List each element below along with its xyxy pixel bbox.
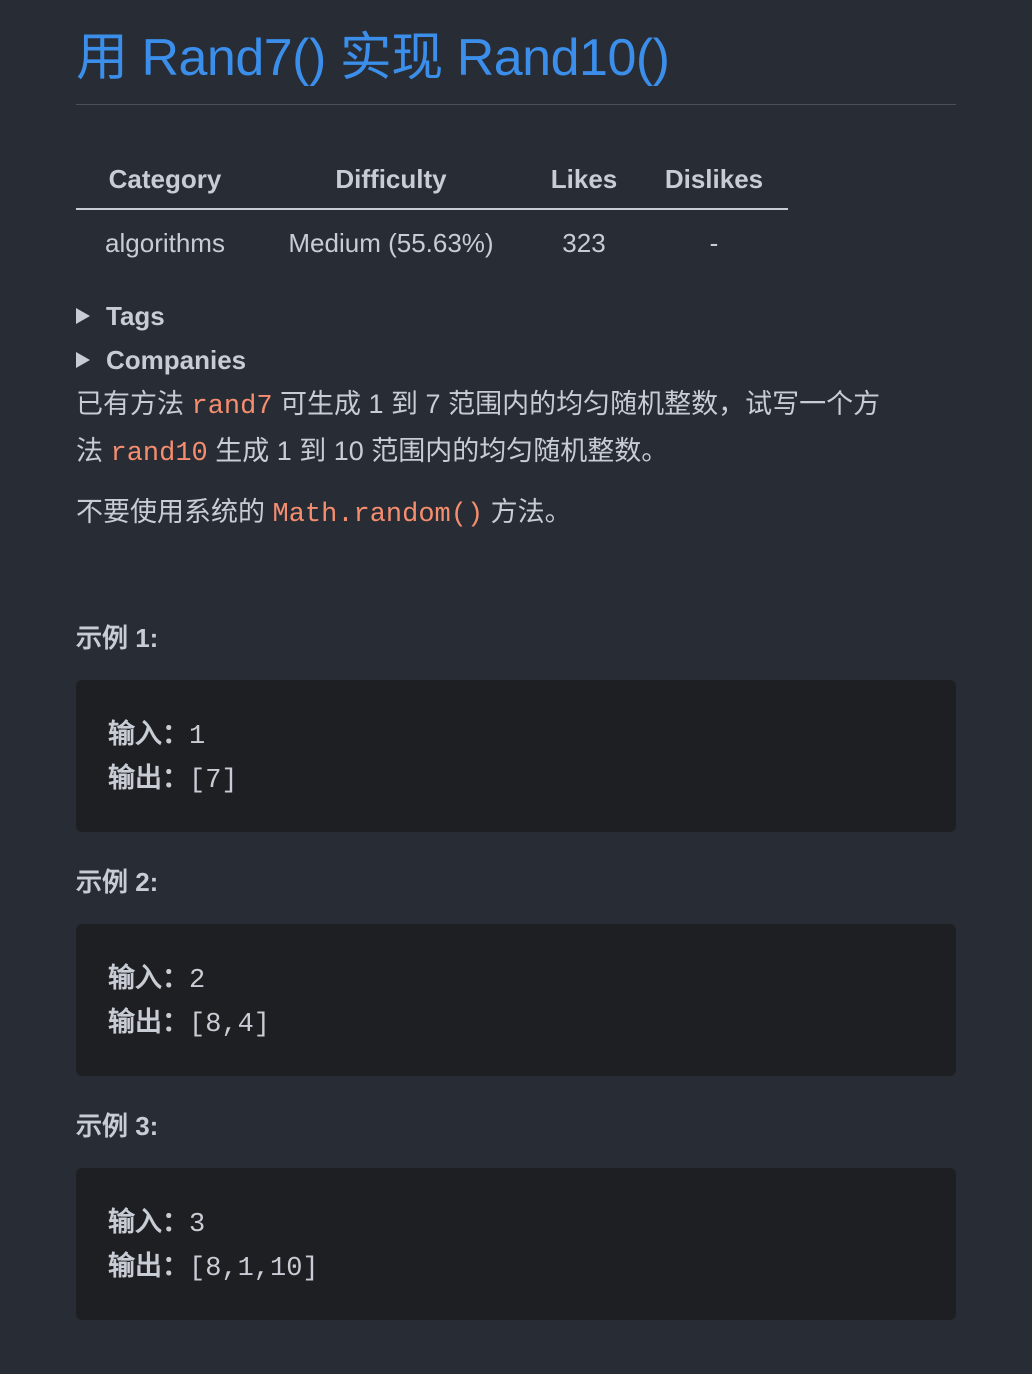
example-output-line: 输出：[8,4] bbox=[108, 1002, 270, 1045]
meta-header-difficulty: Difficulty bbox=[254, 150, 528, 210]
inline-code-math-random: Math.random() bbox=[272, 500, 484, 530]
meta-category: algorithms bbox=[105, 227, 225, 258]
meta-likes: 323 bbox=[562, 227, 606, 258]
description-text: 可生成 1 到 7 范围内的均匀随机整数，试写一个方 bbox=[272, 389, 881, 419]
problem-meta-table: Category Difficulty Likes Dislikes algor… bbox=[76, 150, 788, 276]
companies-label: Companies bbox=[106, 344, 247, 375]
input-value: 2 bbox=[189, 966, 206, 996]
description-paragraph-1: 已有方法 rand7 可生成 1 到 7 范围内的均匀随机整数，试写一个方法 r… bbox=[76, 382, 936, 476]
companies-toggle[interactable]: Companies bbox=[76, 342, 246, 378]
example-input-line: 输入：1 bbox=[108, 714, 205, 757]
example-code-block: 输入：2 输出：[8,4] bbox=[76, 924, 956, 1076]
meta-header-dislikes: Dislikes bbox=[640, 150, 788, 210]
inline-code-rand10: rand10 bbox=[110, 439, 208, 469]
problem-page: 用 Rand7() 实现 Rand10() Category Difficult… bbox=[0, 0, 1032, 1374]
description-text: 不要使用系统的 bbox=[76, 497, 273, 527]
description-text: 法 bbox=[76, 436, 111, 466]
output-value: [8,4] bbox=[189, 1010, 271, 1040]
output-value: [8,1,10] bbox=[189, 1254, 319, 1284]
description-text: 方法。 bbox=[483, 497, 572, 527]
meta-value-row: algorithms Medium (55.63%) 323 - bbox=[76, 209, 788, 276]
example-heading: 示例 2: bbox=[76, 867, 159, 897]
input-label: 输入： bbox=[108, 719, 189, 749]
example-input-line: 输入：2 bbox=[108, 958, 205, 1001]
disclosure-triangle-icon bbox=[76, 352, 90, 368]
meta-difficulty: Medium (55.63%) bbox=[288, 227, 494, 258]
meta-header-row: Category Difficulty Likes Dislikes bbox=[76, 150, 788, 210]
page-title: 用 Rand7() 实现 Rand10() bbox=[76, 29, 670, 87]
inline-code-rand7: rand7 bbox=[191, 392, 273, 422]
disclosure-triangle-icon bbox=[76, 308, 90, 324]
example-output-line: 输出：[8,1,10] bbox=[108, 1246, 319, 1289]
meta-header-category: Category bbox=[76, 150, 254, 210]
example-code-block: 输入：1 输出：[7] bbox=[76, 680, 956, 832]
tags-label: Tags bbox=[106, 300, 165, 331]
output-label: 输出： bbox=[108, 1251, 189, 1281]
description-paragraph-2: 不要使用系统的 Math.random() 方法。 bbox=[76, 490, 936, 537]
example-heading: 示例 1: bbox=[76, 623, 159, 653]
output-label: 输出： bbox=[108, 1007, 189, 1037]
title-divider bbox=[76, 104, 956, 105]
example-code-block: 输入：3 输出：[8,1,10] bbox=[76, 1168, 956, 1320]
input-value: 3 bbox=[189, 1210, 206, 1240]
example-input-line: 输入：3 bbox=[108, 1202, 205, 1245]
input-label: 输入： bbox=[108, 963, 189, 993]
example-heading: 示例 3: bbox=[76, 1111, 159, 1141]
input-value: 1 bbox=[189, 722, 206, 752]
example-output-line: 输出：[7] bbox=[108, 758, 238, 801]
meta-header-likes: Likes bbox=[528, 150, 640, 210]
description-text: 生成 1 到 10 范围内的均匀随机整数。 bbox=[207, 436, 669, 466]
meta-dislikes: - bbox=[709, 227, 719, 258]
tags-toggle[interactable]: Tags bbox=[76, 298, 165, 334]
description-text: 已有方法 bbox=[76, 389, 192, 419]
output-value: [7] bbox=[189, 766, 238, 796]
input-label: 输入： bbox=[108, 1207, 189, 1237]
output-label: 输出： bbox=[108, 763, 189, 793]
